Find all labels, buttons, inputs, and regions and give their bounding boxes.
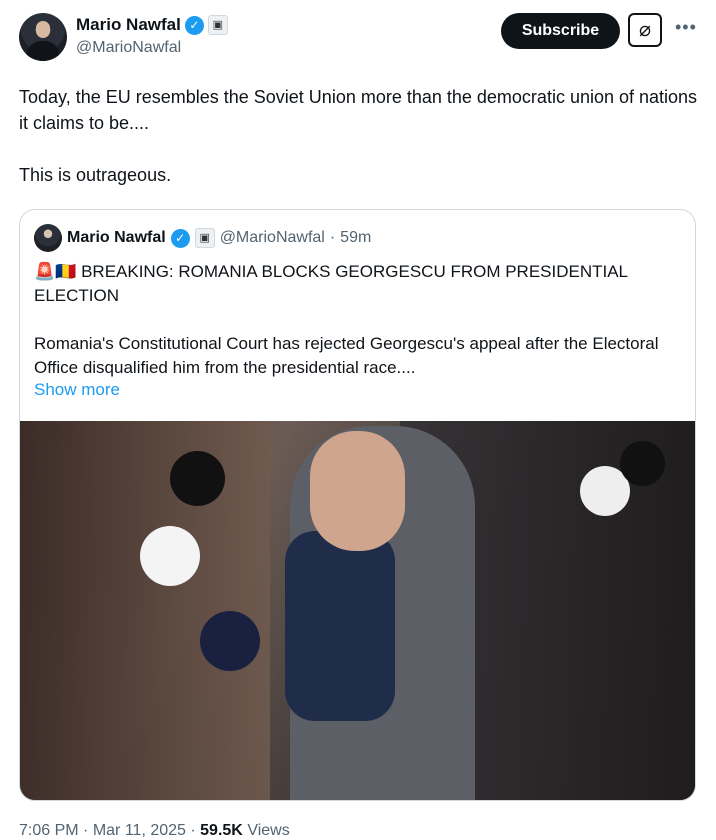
avatar-body — [27, 41, 59, 61]
views-count: 59.5K — [200, 822, 243, 839]
quoted-author-handle[interactable]: @MarioNawfal — [220, 229, 325, 247]
romania-flag-icon: 🇷🇴 — [55, 262, 77, 281]
quoted-body-text: Romania's Constitutional Court has rejec… — [34, 334, 659, 377]
quoted-headline-text: BREAKING: ROMANIA BLOCKS GEORGESCU FROM … — [34, 262, 628, 305]
avatar-face — [36, 21, 50, 38]
more-icon[interactable]: ••• — [675, 17, 697, 38]
quoted-photo[interactable] — [20, 421, 695, 800]
author-handle[interactable]: @MarioNawfal — [76, 39, 181, 57]
quoted-headline: 🚨🇷🇴 BREAKING: ROMANIA BLOCKS GEORGESCU F… — [34, 260, 684, 308]
author-name-line: Mario Nawfal ✓ ▣ — [76, 15, 228, 35]
subscribe-button[interactable]: Subscribe — [501, 13, 620, 49]
quoted-tweet-header: Mario Nawfal ✓ ▣ @MarioNawfal · 59m — [34, 224, 371, 252]
photo-scarf — [285, 531, 395, 721]
views-label: Views — [247, 822, 290, 839]
author-avatar[interactable] — [19, 13, 67, 61]
separator-dot: · — [329, 229, 336, 246]
photo-head — [310, 431, 405, 551]
post-time[interactable]: 7:06 PM — [19, 822, 79, 839]
microphone-icon — [140, 526, 200, 586]
show-more-link[interactable]: Show more — [34, 380, 120, 400]
quoted-tweet[interactable]: Mario Nawfal ✓ ▣ @MarioNawfal · 59m 🚨🇷🇴 … — [19, 209, 696, 801]
tweet-line: Today, the EU resembles the Soviet Union… — [19, 87, 698, 133]
verified-badge-icon[interactable]: ✓ — [184, 15, 204, 35]
microphone-icon — [200, 611, 260, 671]
grok-icon[interactable]: ⌀ — [628, 13, 662, 47]
affiliate-badge-icon[interactable]: ▣ — [207, 15, 228, 35]
separator-dot: · — [190, 822, 196, 839]
author-name[interactable]: Mario Nawfal — [76, 15, 181, 35]
tweet-meta: 7:06 PM · Mar 11, 2025 · 59.5K Views — [19, 822, 290, 840]
quoted-author-name[interactable]: Mario Nawfal — [67, 229, 166, 247]
microphone-icon — [620, 441, 665, 486]
tweet-text: Today, the EU resembles the Soviet Union… — [19, 84, 699, 188]
post-date[interactable]: Mar 11, 2025 — [93, 822, 186, 839]
quoted-timestamp[interactable]: 59m — [340, 229, 371, 247]
tweet-line: This is outrageous. — [19, 165, 172, 185]
affiliate-badge-icon[interactable]: ▣ — [194, 228, 215, 248]
microphone-icon — [170, 451, 225, 506]
tweet-header: Mario Nawfal ✓ ▣ @MarioNawfal Subscribe … — [19, 13, 698, 63]
separator-dot: · — [83, 822, 89, 839]
siren-icon: 🚨 — [34, 262, 56, 281]
quoted-author-avatar[interactable] — [34, 224, 62, 252]
quoted-tweet-body: 🚨🇷🇴 BREAKING: ROMANIA BLOCKS GEORGESCU F… — [34, 260, 684, 380]
verified-badge-icon[interactable]: ✓ — [170, 228, 190, 248]
